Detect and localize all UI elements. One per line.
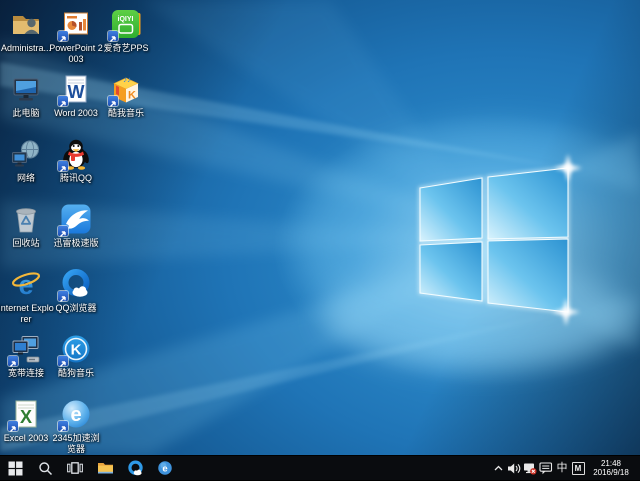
qq-penguin-icon [60, 138, 92, 170]
desktop-icon-broadband[interactable]: 宽带连接 [0, 333, 52, 379]
broadband-icon [10, 333, 42, 365]
clock-date: 2016/9/18 [586, 468, 636, 478]
tray-ime-mode-button[interactable]: M [570, 456, 586, 481]
desktop-icon-network[interactable]: 网络 [0, 138, 52, 184]
desktop-icon-kuwo[interactable]: K ♪♪ 酷我音乐 [100, 73, 152, 119]
taskbar-2345-browser-button[interactable]: e [150, 456, 180, 481]
user-folder-icon [10, 8, 42, 40]
search-icon [38, 461, 53, 476]
desktop-wallpaper: Administra... 此电脑 [0, 0, 640, 455]
tray-chevron-button[interactable] [490, 456, 506, 481]
shortcut-arrow-icon [8, 421, 18, 431]
icon-label: 酷我音乐 [98, 108, 154, 119]
computer-icon [10, 73, 42, 105]
icon-label: QQ浏览器 [48, 303, 104, 314]
icon-label: 网络 [0, 173, 54, 184]
network-disconnected-icon [523, 462, 537, 475]
qq-browser-icon [60, 268, 92, 300]
shortcut-arrow-icon [58, 421, 68, 431]
desktop-icon-powerpoint-2003[interactable]: PowerPoint 2003 [50, 8, 102, 65]
shortcut-arrow-icon [58, 96, 68, 106]
system-tray: 中 M 21:48 2016/9/18 [490, 456, 640, 481]
windows-logo-icon [8, 461, 23, 476]
2345-letter: e [70, 404, 81, 426]
music-note-glyph: ♪♪ [123, 75, 131, 84]
shortcut-arrow-icon [58, 226, 68, 236]
qq-browser-icon [127, 460, 144, 477]
desktop-icon-kugou[interactable]: K 酷狗音乐 [50, 333, 102, 379]
desktop-icon-administrator[interactable]: Administra... [0, 8, 52, 54]
desktop-icon-word-2003[interactable]: W Word 2003 [50, 73, 102, 119]
shortcut-arrow-icon [108, 96, 118, 106]
svg-text:e: e [162, 464, 167, 475]
network-globe-icon [10, 138, 42, 170]
2345-browser-icon: e [60, 398, 92, 430]
2345-browser-icon: e [157, 460, 173, 476]
taskbar-clock[interactable]: 21:48 2016/9/18 [586, 459, 640, 478]
shortcut-arrow-icon [58, 161, 68, 171]
ime-chinese-indicator: 中 [557, 463, 568, 474]
desktop-icon-xunlei[interactable]: 迅雷极速版 [50, 203, 102, 249]
icon-label: 迅雷极速版 [48, 238, 104, 249]
shortcut-arrow-icon [58, 291, 68, 301]
chevron-up-icon [493, 463, 504, 474]
clock-time: 21:48 [586, 459, 636, 469]
icon-label: Excel 2003 [0, 433, 54, 444]
icon-label: 回收站 [0, 238, 54, 249]
powerpoint-icon [60, 8, 92, 40]
kugou-letter: K [71, 342, 82, 359]
shortcut-arrow-icon [8, 356, 18, 366]
word-icon: W [60, 73, 92, 105]
tray-message-button[interactable] [538, 456, 554, 481]
icon-label: Word 2003 [48, 108, 104, 119]
excel-letter: X [20, 407, 32, 427]
tray-volume-button[interactable] [506, 456, 522, 481]
icon-label: Internet Explorer [0, 303, 54, 325]
start-button[interactable] [0, 456, 30, 481]
excel-icon: X [10, 398, 42, 430]
recycle-bin-icon [10, 203, 42, 235]
iqiyi-icon: iQIYI [110, 8, 142, 40]
icon-label: 此电脑 [0, 108, 54, 119]
word-letter: W [68, 82, 85, 102]
xunlei-bird-icon [60, 203, 92, 235]
iqiyi-wordmark: iQIYI [118, 16, 134, 23]
taskbar-qq-browser-button[interactable] [120, 456, 150, 481]
icon-label: 2345加速浏览器 [48, 433, 104, 455]
icon-label: 宽带连接 [0, 368, 54, 379]
desktop-icon-this-pc[interactable]: 此电脑 [0, 73, 52, 119]
tray-ime-language-button[interactable]: 中 [554, 456, 570, 481]
taskbar: e [0, 455, 640, 480]
task-view-button[interactable] [60, 456, 90, 481]
icon-label: 爱奇艺PPS [98, 43, 154, 54]
ie-icon: e [10, 268, 42, 300]
desktop-icon-qq-browser[interactable]: QQ浏览器 [50, 268, 102, 314]
desktop-icon-recycle-bin[interactable]: 回收站 [0, 203, 52, 249]
search-button[interactable] [30, 456, 60, 481]
desktop-icon-internet-explorer[interactable]: e Internet Explorer [0, 268, 52, 325]
icon-label: Administra... [0, 43, 54, 54]
desktop-icon-tencent-qq[interactable]: 腾讯QQ [50, 138, 102, 184]
chat-bubble-icon [539, 461, 553, 475]
icon-label: 腾讯QQ [48, 173, 104, 184]
shortcut-arrow-icon [58, 31, 68, 41]
speaker-icon [507, 462, 521, 475]
icon-label: PowerPoint 2003 [48, 43, 104, 65]
file-explorer-button[interactable] [90, 456, 120, 481]
kuwo-icon: K ♪♪ [110, 73, 142, 105]
tray-network-button[interactable] [522, 456, 538, 481]
kugou-icon: K [60, 333, 92, 365]
task-view-icon [67, 461, 83, 475]
desktop-icon-excel-2003[interactable]: X Excel 2003 [0, 398, 52, 444]
shortcut-arrow-icon [58, 356, 68, 366]
ime-mode-indicator: M [572, 462, 585, 475]
icon-label: 酷狗音乐 [48, 368, 104, 379]
desktop-icon-2345-browser[interactable]: e 2345加速浏览器 [50, 398, 102, 455]
desktop-icon-iqiyi-pps[interactable]: iQIYI 爱奇艺PPS [100, 8, 152, 54]
kuwo-letter: K [128, 90, 136, 102]
shortcut-arrow-icon [108, 31, 118, 41]
folder-icon [97, 461, 114, 475]
